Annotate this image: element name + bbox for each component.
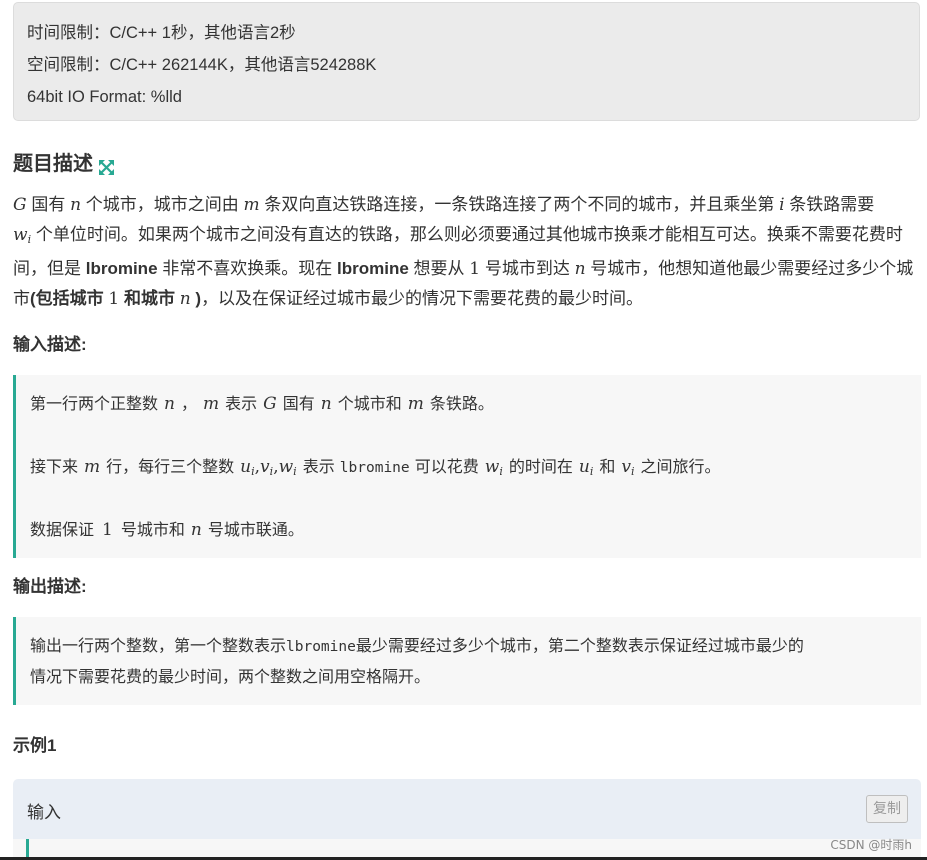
math-n: n — [70, 195, 82, 215]
math-one: 1 — [469, 259, 481, 279]
example-title: 示例1 — [13, 736, 57, 755]
limits-panel: 时间限制：C/C++ 1秒，其他语言2秒 空间限制：C/C++ 262144K，… — [13, 2, 920, 121]
math-one-2: 1 — [108, 289, 120, 309]
input-line-2: 接下来 m 行，每行三个整数 ui,vi,wi 表示 lbromine 可以花费 wi 的时… — [30, 457, 721, 478]
watermark: CSDN @时雨h — [830, 838, 912, 852]
description-title: 题目描述 — [13, 153, 93, 175]
desc-s6: 非常不喜欢换乘。现在 — [162, 259, 333, 278]
io-format: 64bit IO Format: %lld — [27, 88, 182, 106]
math-m: m — [243, 195, 260, 215]
output-line-2: 情况下需要花费的最少时间，两个整数之间用空格隔开。 — [30, 667, 431, 686]
math-w: wi — [13, 225, 32, 246]
space-limit: 空间限制：C/C++ 262144K，其他语言524288K — [27, 56, 377, 74]
desc-s1: 国有 — [31, 195, 66, 214]
example-input-header: 输入 复制 — [13, 779, 921, 839]
desc-s8: 号城市到达 — [484, 259, 570, 278]
desc-s2: 个城市，城市之间由 — [85, 195, 239, 214]
math-i: i — [779, 195, 785, 215]
output-line-1: 输出一行两个整数，第一个整数表示lbromine最少需要经过多少个城市，第二个整… — [30, 636, 804, 655]
desc-s7: 想要从 — [413, 259, 465, 278]
input-description-block: 第一行两个正整数 n， m 表示 G 国有 n 个城市和 m 条铁路。 接下来 m 行，每行三个整数 u… — [13, 375, 921, 558]
desc-bold-open: (包括城市 — [30, 289, 104, 308]
desc-s3: 条双向直达铁路连接，一条铁路连接了两个不同的城市，并且乘坐第 — [264, 195, 775, 214]
description-heading: 题目描述 — [13, 150, 115, 178]
desc-s4: 条铁路需要 — [789, 195, 875, 214]
time-limit: 时间限制：C/C++ 1秒，其他语言2秒 — [27, 24, 296, 42]
math-G: G — [13, 195, 27, 215]
copy-button[interactable]: 复制 — [866, 795, 908, 823]
input-line-1: 第一行两个正整数 n， m 表示 G 国有 n 个城市和 m 条铁路。 — [30, 394, 494, 414]
math-n2: n — [574, 259, 586, 279]
input-title: 输入描述: — [13, 335, 87, 354]
output-description-block: 输出一行两个整数，第一个整数表示lbromine最少需要经过多少个城市，第二个整… — [13, 617, 921, 705]
math-n3: n — [179, 289, 191, 309]
desc-name1: lbromine — [85, 259, 158, 278]
desc-name2: lbromine — [337, 259, 409, 278]
problem-description: G 国有 n 个城市，城市之间由 m 条双向直达铁路连接，一条铁路连接了两个不同… — [13, 190, 918, 314]
example-input-label: 输入 — [27, 803, 61, 822]
input-line-3: 数据保证 1 号城市和 n 号城市联通。 — [30, 520, 304, 540]
desc-bold-and: 和城市 — [123, 289, 175, 308]
expand-arrows-icon[interactable] — [98, 156, 115, 175]
desc-s10: ，以及在保证经过城市最少的情况下需要花费的最少时间。 — [201, 289, 644, 308]
output-title: 输出描述: — [13, 577, 87, 596]
